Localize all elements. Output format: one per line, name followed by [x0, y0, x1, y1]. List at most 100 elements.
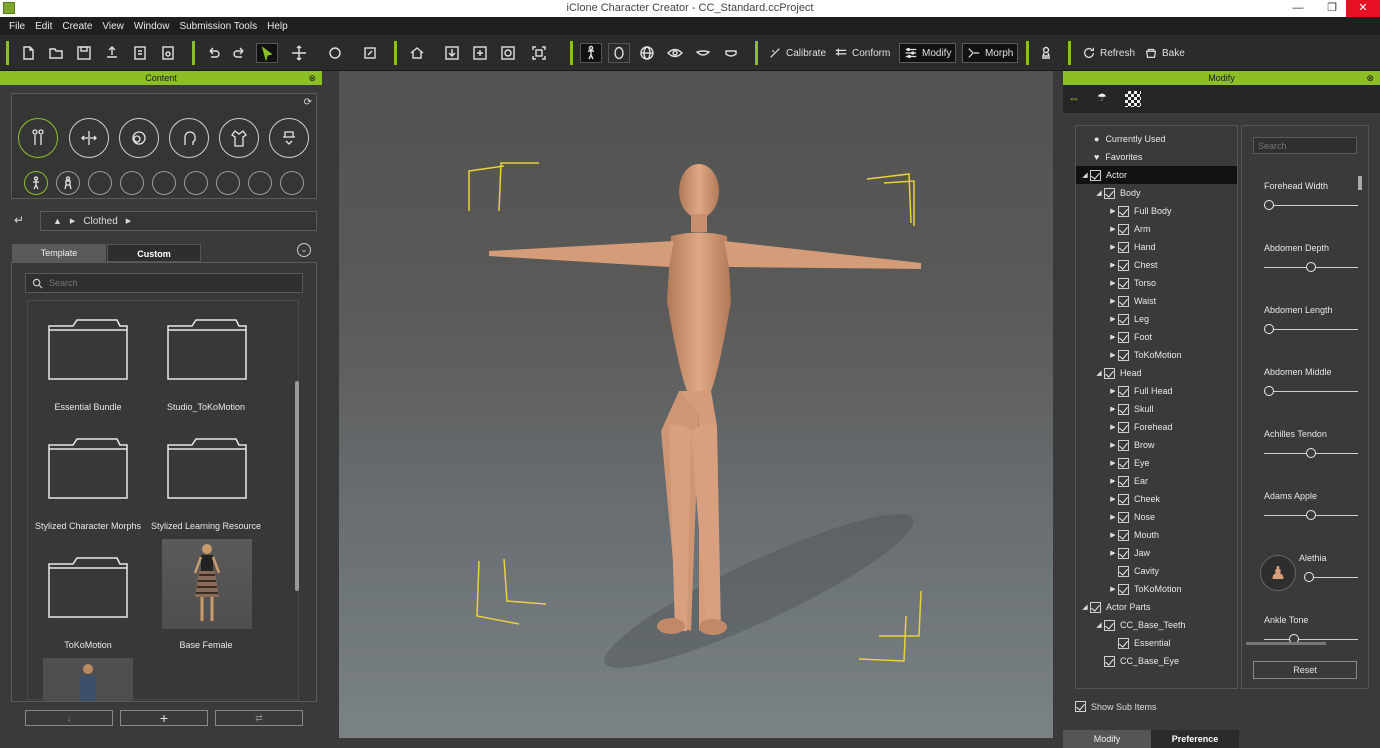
slider-track[interactable]	[1264, 448, 1358, 458]
expand-right-icon[interactable]: ▶	[1108, 513, 1118, 521]
tree-item[interactable]: ◢ Head	[1076, 364, 1142, 382]
sub-slot-empty[interactable]	[248, 171, 272, 195]
tree-checkbox[interactable]	[1118, 529, 1129, 541]
close-panel-icon[interactable]: ⊗	[308, 71, 316, 85]
show-sub-items-checkbox[interactable]	[1075, 701, 1086, 712]
menu-window[interactable]: Window	[134, 21, 170, 32]
slider-knob[interactable]	[1264, 386, 1274, 396]
scale-icon[interactable]	[360, 43, 380, 63]
expand-down-icon[interactable]: ◢	[1094, 369, 1104, 377]
expand-right-icon[interactable]: ▶	[1108, 549, 1118, 557]
tree-checkbox[interactable]	[1104, 619, 1115, 631]
expand-right-icon[interactable]: ▶	[1108, 387, 1118, 395]
menu-create[interactable]: Create	[62, 21, 92, 32]
tree-checkbox[interactable]	[1118, 241, 1129, 253]
expand-down-icon[interactable]: ◢	[1080, 603, 1090, 611]
tree-checkbox[interactable]	[1118, 259, 1129, 271]
morph-tab-icon[interactable]: ⇔	[1068, 91, 1090, 107]
slider-track[interactable]	[1264, 386, 1358, 396]
menu-file[interactable]: File	[9, 21, 25, 32]
tree-item[interactable]: ▶ Skull	[1076, 400, 1154, 418]
bake-button[interactable]: Bake	[1140, 43, 1189, 63]
expand-right-icon[interactable]: ▶	[1108, 441, 1118, 449]
tree-item[interactable]: ▶ Foot	[1076, 328, 1152, 346]
teeth-icon[interactable]	[721, 43, 741, 63]
tree-item[interactable]: ▶ Hand	[1076, 238, 1156, 256]
slider-track[interactable]	[1264, 262, 1358, 272]
maximize-button[interactable]: ❐	[1318, 0, 1346, 17]
tree-item[interactable]: Cavity	[1076, 562, 1159, 580]
tab-modify[interactable]: Modify	[1063, 730, 1151, 748]
slider-track[interactable]	[1264, 200, 1358, 210]
folder-icon[interactable]	[46, 435, 130, 501]
tree-item[interactable]: ▶ Mouth	[1076, 526, 1159, 544]
breadcrumb-clothed[interactable]: Clothed	[83, 216, 117, 227]
expand-right-icon[interactable]: ▶	[1108, 423, 1118, 431]
expand-down-icon[interactable]: ◢	[1094, 621, 1104, 629]
redo-icon[interactable]	[230, 43, 250, 63]
category-skin-icon[interactable]	[119, 118, 159, 158]
frame-icon[interactable]	[526, 43, 552, 63]
search-input[interactable]	[49, 278, 279, 288]
fit-view-icon[interactable]	[498, 43, 518, 63]
body-mode-icon[interactable]	[580, 43, 602, 63]
tree-item[interactable]: ▶ Leg	[1076, 310, 1149, 328]
tree-checkbox[interactable]	[1118, 295, 1129, 307]
tree-item[interactable]: ▶ Ear	[1076, 472, 1148, 490]
male-thumbnail[interactable]	[43, 658, 133, 701]
head-mode-icon[interactable]	[608, 43, 630, 63]
move-icon[interactable]	[286, 43, 312, 63]
tree-item[interactable]: ▶ ToKoMotion	[1076, 346, 1182, 364]
tree-checkbox[interactable]	[1118, 277, 1129, 289]
3d-viewport[interactable]	[339, 71, 1053, 738]
tree-checkbox[interactable]	[1118, 637, 1129, 649]
category-clothing-icon[interactable]	[219, 118, 259, 158]
expand-right-icon[interactable]: ▶	[1108, 333, 1118, 341]
tree-item[interactable]: ▶ Torso	[1076, 274, 1156, 292]
expand-down-icon[interactable]: ◢	[1080, 171, 1090, 179]
category-morph-icon[interactable]	[69, 118, 109, 158]
tree-item[interactable]: ▶ Full Body	[1076, 202, 1172, 220]
folder-icon[interactable]	[165, 435, 249, 501]
tree-item[interactable]: ▶ Arm	[1076, 220, 1151, 238]
save-icon[interactable]	[74, 43, 94, 63]
open-folder-icon[interactable]	[46, 43, 66, 63]
tree-item[interactable]: ◢ Actor	[1076, 166, 1237, 184]
tree-checkbox[interactable]	[1118, 421, 1129, 433]
menu-view[interactable]: View	[102, 21, 124, 32]
slider-track[interactable]	[1264, 324, 1358, 334]
expand-right-icon[interactable]: ▶	[1108, 225, 1118, 233]
tab-custom[interactable]: Custom	[107, 244, 201, 262]
eye-icon[interactable]	[665, 43, 685, 63]
tree-item[interactable]: ▶ Eye	[1076, 454, 1150, 472]
close-button[interactable]: ✕	[1346, 0, 1380, 17]
tree-checkbox[interactable]	[1118, 313, 1129, 325]
select-arrow-icon[interactable]	[256, 43, 278, 63]
tree-item[interactable]: ♥ Favorites	[1076, 148, 1142, 166]
menu-help[interactable]: Help	[267, 21, 288, 32]
expand-right-icon[interactable]: ▶	[1108, 279, 1118, 287]
expand-right-icon[interactable]: ▶	[1108, 297, 1118, 305]
tree-item[interactable]: ▶ Waist	[1076, 292, 1156, 310]
expand-right-icon[interactable]: ▶	[1108, 585, 1118, 593]
slider-scroll-h[interactable]	[1246, 642, 1326, 645]
slider-knob[interactable]	[1306, 448, 1316, 458]
expand-right-icon[interactable]: ▶	[1108, 531, 1118, 539]
calibrate-button[interactable]: Calibrate	[764, 43, 830, 63]
tree-checkbox[interactable]	[1090, 169, 1101, 181]
tree-checkbox[interactable]	[1118, 439, 1129, 451]
morph-thumbnail-icon[interactable]: ♟	[1260, 555, 1296, 591]
morph-button[interactable]: Morph	[962, 43, 1019, 63]
close-panel-icon[interactable]: ⊗	[1366, 71, 1374, 85]
minimize-button[interactable]: —	[1284, 0, 1312, 17]
new-file-icon[interactable]	[18, 43, 38, 63]
folder-icon[interactable]	[165, 316, 249, 382]
tree-item[interactable]: ▶ Brow	[1076, 436, 1155, 454]
mouth-icon[interactable]	[693, 43, 713, 63]
face-tab-icon[interactable]: ☂	[1097, 91, 1119, 107]
tree-item[interactable]: ▶ Cheek	[1076, 490, 1160, 508]
content-search[interactable]	[25, 273, 303, 293]
tree-item[interactable]: ◢ CC_Base_Teeth	[1076, 616, 1186, 634]
expand-down-icon[interactable]: ◢	[1094, 189, 1104, 197]
expand-right-icon[interactable]: ▶	[1108, 207, 1118, 215]
